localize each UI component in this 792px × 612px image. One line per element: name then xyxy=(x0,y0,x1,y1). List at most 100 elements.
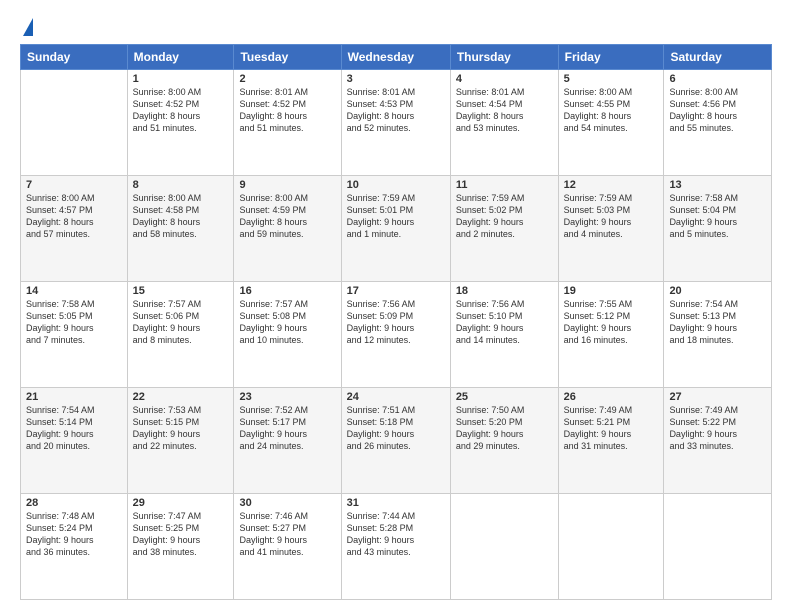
calendar-week-row: 14Sunrise: 7:58 AM Sunset: 5:05 PM Dayli… xyxy=(21,282,772,388)
day-number: 3 xyxy=(347,73,445,85)
day-info: Sunrise: 8:00 AM Sunset: 4:59 PM Dayligh… xyxy=(239,192,335,241)
calendar-cell: 8Sunrise: 8:00 AM Sunset: 4:58 PM Daylig… xyxy=(127,176,234,282)
calendar-cell: 13Sunrise: 7:58 AM Sunset: 5:04 PM Dayli… xyxy=(664,176,772,282)
day-info: Sunrise: 7:56 AM Sunset: 5:09 PM Dayligh… xyxy=(347,298,445,347)
calendar-cell: 20Sunrise: 7:54 AM Sunset: 5:13 PM Dayli… xyxy=(664,282,772,388)
day-info: Sunrise: 8:01 AM Sunset: 4:53 PM Dayligh… xyxy=(347,86,445,135)
day-number: 11 xyxy=(456,179,553,191)
day-info: Sunrise: 7:46 AM Sunset: 5:27 PM Dayligh… xyxy=(239,510,335,559)
page: SundayMondayTuesdayWednesdayThursdayFrid… xyxy=(0,0,792,612)
calendar-cell xyxy=(664,494,772,600)
day-info: Sunrise: 7:59 AM Sunset: 5:01 PM Dayligh… xyxy=(347,192,445,241)
day-number: 25 xyxy=(456,391,553,403)
logo-triangle-icon xyxy=(23,18,33,36)
day-info: Sunrise: 7:51 AM Sunset: 5:18 PM Dayligh… xyxy=(347,404,445,453)
day-number: 20 xyxy=(669,285,766,297)
day-info: Sunrise: 7:57 AM Sunset: 5:08 PM Dayligh… xyxy=(239,298,335,347)
calendar-cell: 11Sunrise: 7:59 AM Sunset: 5:02 PM Dayli… xyxy=(450,176,558,282)
calendar-week-row: 7Sunrise: 8:00 AM Sunset: 4:57 PM Daylig… xyxy=(21,176,772,282)
calendar-cell: 5Sunrise: 8:00 AM Sunset: 4:55 PM Daylig… xyxy=(558,70,664,176)
day-info: Sunrise: 7:54 AM Sunset: 5:14 PM Dayligh… xyxy=(26,404,122,453)
day-number: 30 xyxy=(239,497,335,509)
calendar-cell: 21Sunrise: 7:54 AM Sunset: 5:14 PM Dayli… xyxy=(21,388,128,494)
day-info: Sunrise: 7:58 AM Sunset: 5:05 PM Dayligh… xyxy=(26,298,122,347)
col-header-sunday: Sunday xyxy=(21,45,128,70)
day-info: Sunrise: 7:49 AM Sunset: 5:22 PM Dayligh… xyxy=(669,404,766,453)
day-info: Sunrise: 7:53 AM Sunset: 5:15 PM Dayligh… xyxy=(133,404,229,453)
day-number: 27 xyxy=(669,391,766,403)
calendar-cell: 24Sunrise: 7:51 AM Sunset: 5:18 PM Dayli… xyxy=(341,388,450,494)
day-number: 9 xyxy=(239,179,335,191)
day-number: 21 xyxy=(26,391,122,403)
calendar-cell: 1Sunrise: 8:00 AM Sunset: 4:52 PM Daylig… xyxy=(127,70,234,176)
calendar-cell: 15Sunrise: 7:57 AM Sunset: 5:06 PM Dayli… xyxy=(127,282,234,388)
calendar-cell: 25Sunrise: 7:50 AM Sunset: 5:20 PM Dayli… xyxy=(450,388,558,494)
calendar-cell: 26Sunrise: 7:49 AM Sunset: 5:21 PM Dayli… xyxy=(558,388,664,494)
day-info: Sunrise: 7:59 AM Sunset: 5:02 PM Dayligh… xyxy=(456,192,553,241)
day-info: Sunrise: 8:00 AM Sunset: 4:52 PM Dayligh… xyxy=(133,86,229,135)
col-header-tuesday: Tuesday xyxy=(234,45,341,70)
day-info: Sunrise: 7:55 AM Sunset: 5:12 PM Dayligh… xyxy=(564,298,659,347)
calendar-cell xyxy=(450,494,558,600)
day-info: Sunrise: 7:57 AM Sunset: 5:06 PM Dayligh… xyxy=(133,298,229,347)
calendar-cell: 22Sunrise: 7:53 AM Sunset: 5:15 PM Dayli… xyxy=(127,388,234,494)
calendar-cell: 28Sunrise: 7:48 AM Sunset: 5:24 PM Dayli… xyxy=(21,494,128,600)
calendar-cell: 30Sunrise: 7:46 AM Sunset: 5:27 PM Dayli… xyxy=(234,494,341,600)
calendar-cell xyxy=(21,70,128,176)
day-number: 28 xyxy=(26,497,122,509)
calendar-week-row: 28Sunrise: 7:48 AM Sunset: 5:24 PM Dayli… xyxy=(21,494,772,600)
day-info: Sunrise: 7:50 AM Sunset: 5:20 PM Dayligh… xyxy=(456,404,553,453)
calendar-cell: 19Sunrise: 7:55 AM Sunset: 5:12 PM Dayli… xyxy=(558,282,664,388)
day-number: 12 xyxy=(564,179,659,191)
day-info: Sunrise: 8:00 AM Sunset: 4:58 PM Dayligh… xyxy=(133,192,229,241)
calendar-table: SundayMondayTuesdayWednesdayThursdayFrid… xyxy=(20,44,772,600)
col-header-saturday: Saturday xyxy=(664,45,772,70)
calendar-cell xyxy=(558,494,664,600)
col-header-monday: Monday xyxy=(127,45,234,70)
calendar-cell: 14Sunrise: 7:58 AM Sunset: 5:05 PM Dayli… xyxy=(21,282,128,388)
day-number: 13 xyxy=(669,179,766,191)
calendar-cell: 23Sunrise: 7:52 AM Sunset: 5:17 PM Dayli… xyxy=(234,388,341,494)
calendar-cell: 4Sunrise: 8:01 AM Sunset: 4:54 PM Daylig… xyxy=(450,70,558,176)
day-number: 26 xyxy=(564,391,659,403)
day-info: Sunrise: 8:01 AM Sunset: 4:52 PM Dayligh… xyxy=(239,86,335,135)
calendar-cell: 29Sunrise: 7:47 AM Sunset: 5:25 PM Dayli… xyxy=(127,494,234,600)
calendar-cell: 7Sunrise: 8:00 AM Sunset: 4:57 PM Daylig… xyxy=(21,176,128,282)
calendar-cell: 31Sunrise: 7:44 AM Sunset: 5:28 PM Dayli… xyxy=(341,494,450,600)
day-number: 7 xyxy=(26,179,122,191)
day-number: 10 xyxy=(347,179,445,191)
day-number: 23 xyxy=(239,391,335,403)
day-number: 5 xyxy=(564,73,659,85)
logo xyxy=(20,18,33,36)
day-number: 17 xyxy=(347,285,445,297)
col-header-friday: Friday xyxy=(558,45,664,70)
day-number: 4 xyxy=(456,73,553,85)
calendar-cell: 17Sunrise: 7:56 AM Sunset: 5:09 PM Dayli… xyxy=(341,282,450,388)
day-info: Sunrise: 7:54 AM Sunset: 5:13 PM Dayligh… xyxy=(669,298,766,347)
calendar-cell: 6Sunrise: 8:00 AM Sunset: 4:56 PM Daylig… xyxy=(664,70,772,176)
day-number: 14 xyxy=(26,285,122,297)
col-header-wednesday: Wednesday xyxy=(341,45,450,70)
header xyxy=(20,18,772,36)
day-number: 24 xyxy=(347,391,445,403)
day-info: Sunrise: 8:00 AM Sunset: 4:55 PM Dayligh… xyxy=(564,86,659,135)
day-info: Sunrise: 7:47 AM Sunset: 5:25 PM Dayligh… xyxy=(133,510,229,559)
day-info: Sunrise: 8:01 AM Sunset: 4:54 PM Dayligh… xyxy=(456,86,553,135)
calendar-cell: 10Sunrise: 7:59 AM Sunset: 5:01 PM Dayli… xyxy=(341,176,450,282)
day-info: Sunrise: 7:56 AM Sunset: 5:10 PM Dayligh… xyxy=(456,298,553,347)
day-info: Sunrise: 7:58 AM Sunset: 5:04 PM Dayligh… xyxy=(669,192,766,241)
day-number: 16 xyxy=(239,285,335,297)
calendar-cell: 12Sunrise: 7:59 AM Sunset: 5:03 PM Dayli… xyxy=(558,176,664,282)
day-info: Sunrise: 7:52 AM Sunset: 5:17 PM Dayligh… xyxy=(239,404,335,453)
day-number: 29 xyxy=(133,497,229,509)
calendar-cell: 2Sunrise: 8:01 AM Sunset: 4:52 PM Daylig… xyxy=(234,70,341,176)
day-info: Sunrise: 7:49 AM Sunset: 5:21 PM Dayligh… xyxy=(564,404,659,453)
day-info: Sunrise: 7:44 AM Sunset: 5:28 PM Dayligh… xyxy=(347,510,445,559)
calendar-cell: 27Sunrise: 7:49 AM Sunset: 5:22 PM Dayli… xyxy=(664,388,772,494)
day-info: Sunrise: 8:00 AM Sunset: 4:56 PM Dayligh… xyxy=(669,86,766,135)
day-number: 18 xyxy=(456,285,553,297)
calendar-cell: 18Sunrise: 7:56 AM Sunset: 5:10 PM Dayli… xyxy=(450,282,558,388)
col-header-thursday: Thursday xyxy=(450,45,558,70)
day-number: 22 xyxy=(133,391,229,403)
day-number: 1 xyxy=(133,73,229,85)
